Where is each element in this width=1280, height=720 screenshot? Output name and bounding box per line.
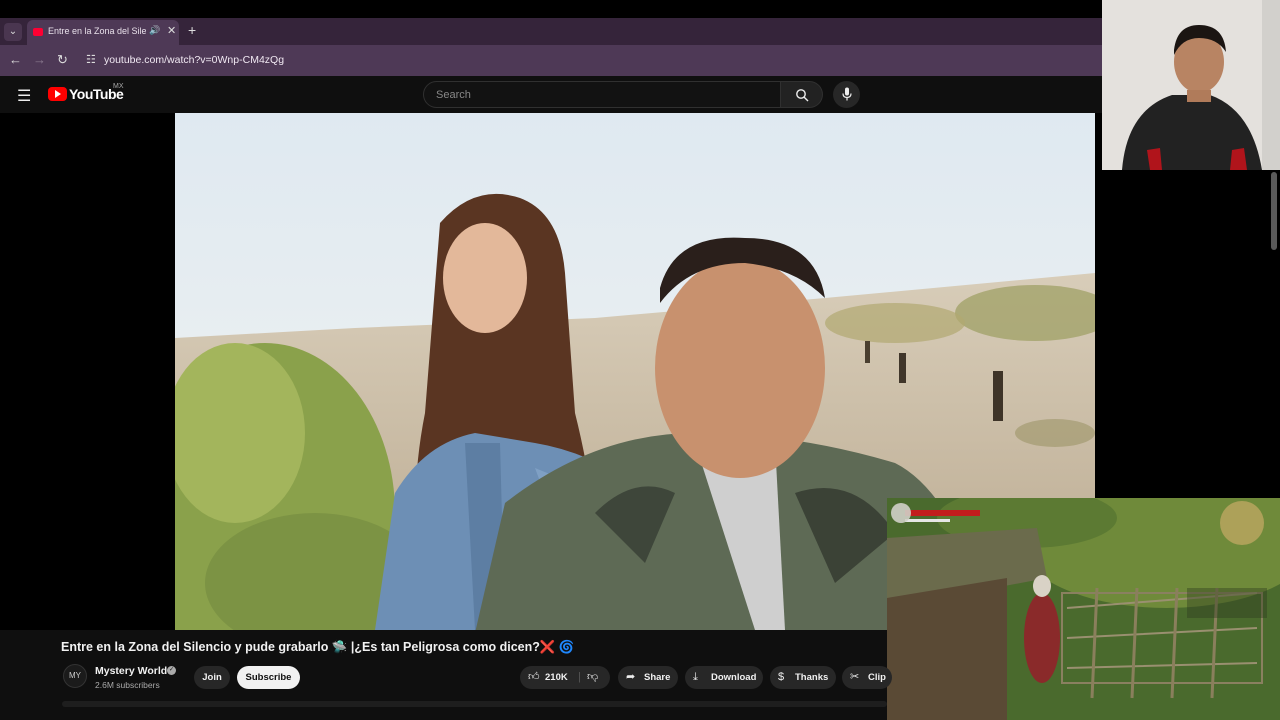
region-code: MX (113, 83, 124, 90)
super-thanks-icon: $ (778, 671, 785, 683)
share-arrow-icon: ➦ (626, 671, 636, 683)
webcam-overlay (1102, 0, 1280, 170)
download-label: Download (711, 672, 757, 683)
browser-tab-strip: ⌄ Entre en la Zona del Silencio y pude g… (0, 18, 1102, 45)
verified-check-icon: ✓ (167, 666, 176, 675)
browser-tab[interactable]: Entre en la Zona del Silencio y pude gra… (27, 20, 179, 45)
game-capture-overlay (887, 498, 1280, 720)
clip-button[interactable]: ✂ Clip (842, 666, 892, 689)
thumbs-down-icon[interactable]: 👎︎ (587, 666, 598, 689)
tab-search-chevron-icon[interactable]: ⌄ (4, 23, 22, 41)
like-dislike-group: 👍︎ 210K | 👎︎ (520, 666, 610, 689)
scissors-icon: ✂ (850, 671, 860, 683)
thanks-button[interactable]: $ Thanks (770, 666, 836, 689)
site-settings-icon[interactable]: ☷ (86, 53, 96, 66)
share-label: Share (644, 672, 671, 683)
video-title: Entre en la Zona del Silencio y pude gra… (61, 640, 575, 654)
thumbs-up-icon[interactable]: 👍︎ (528, 666, 540, 689)
close-tab-icon[interactable]: ✕ (167, 24, 176, 37)
game-scene-image (887, 498, 1280, 720)
voice-search-button[interactable] (833, 81, 860, 108)
tab-title: Entre en la Zona del Silencio y pude gra… (48, 26, 146, 36)
join-button[interactable]: Join (194, 666, 230, 689)
search-icon (796, 89, 809, 102)
microphone-icon (842, 87, 852, 101)
search-box[interactable] (423, 81, 781, 108)
download-button[interactable]: ⤓ Download (685, 666, 763, 689)
like-count[interactable]: 210K (545, 666, 568, 689)
channel-avatar[interactable]: MY (63, 664, 87, 688)
hamburger-menu-icon[interactable]: ☰ (17, 86, 31, 106)
forward-arrow-icon[interactable]: → (33, 52, 46, 67)
thanks-label: Thanks (795, 672, 829, 683)
webcam-person-image (1102, 0, 1280, 170)
description-box-edge (62, 701, 887, 707)
speaker-icon[interactable]: 🔊 (149, 25, 160, 36)
download-arrow-icon: ⤓ (693, 671, 698, 683)
channel-name[interactable]: Mystery World (95, 665, 167, 677)
reload-icon[interactable]: ↻ (57, 52, 68, 68)
search-input[interactable] (436, 87, 766, 103)
search-button[interactable] (781, 81, 823, 108)
youtube-logo-icon[interactable] (48, 87, 67, 101)
subscriber-count: 2.6M subscribers (95, 680, 160, 690)
back-arrow-icon[interactable]: ← (9, 52, 22, 67)
share-button[interactable]: ➦ Share (618, 666, 678, 689)
video-info-section: Entre en la Zona del Silencio y pude gra… (0, 630, 892, 720)
scrollbar-thumb[interactable] (1271, 172, 1277, 250)
url-text[interactable]: youtube.com/watch?v=0Wnp-CM4zQg (104, 54, 284, 66)
youtube-header: ☰ YouTube MX (0, 76, 1102, 113)
clip-label: Clip (868, 672, 886, 683)
play-triangle-icon (55, 90, 61, 98)
address-bar: ← → ↻ ☷ youtube.com/watch?v=0Wnp-CM4zQg (0, 45, 1102, 76)
subscribe-button[interactable]: Subscribe (237, 666, 300, 689)
new-tab-button[interactable]: + (188, 22, 196, 38)
youtube-favicon-icon (33, 28, 43, 36)
